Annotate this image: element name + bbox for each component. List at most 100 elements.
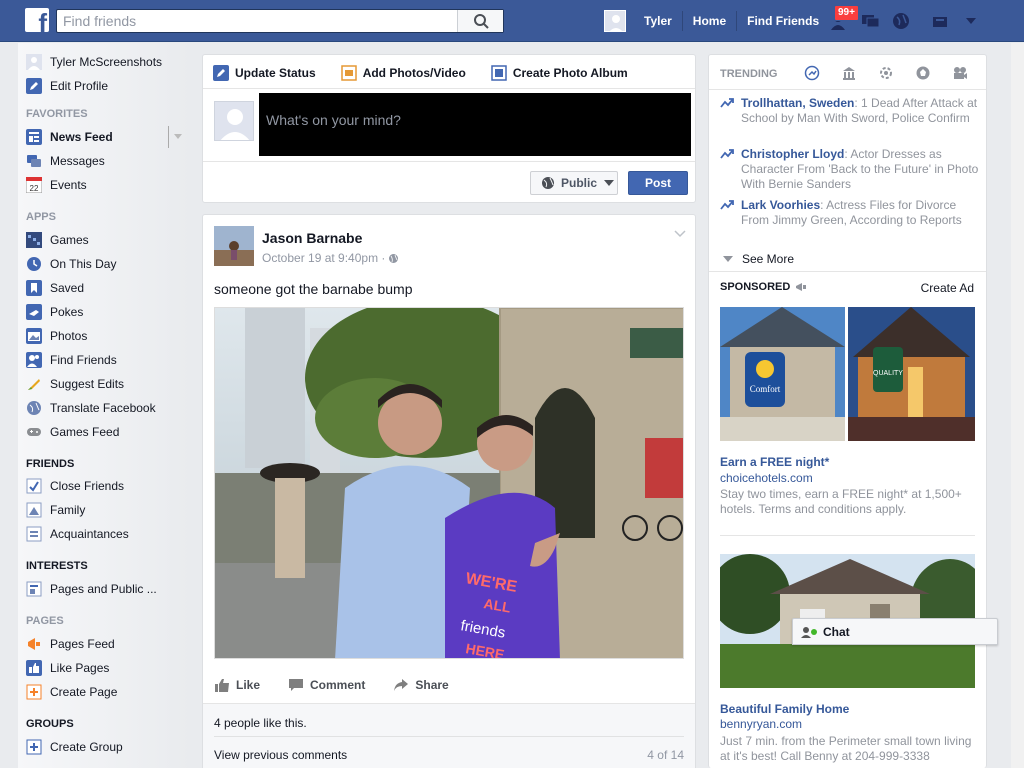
sidebar-item-label: Suggest Edits: [50, 377, 125, 391]
sidebar-item-label: News Feed: [50, 130, 113, 144]
trending-category-tabs: [803, 64, 988, 82]
trending-politics-icon[interactable]: [840, 64, 858, 82]
sidebar-item-on-this-day[interactable]: On This Day: [26, 254, 186, 274]
post-meta: October 19 at 9:40pm ·: [262, 251, 399, 265]
author-name[interactable]: Jason Barnabe: [262, 230, 362, 246]
search-input[interactable]: [63, 12, 453, 30]
search-button[interactable]: [457, 10, 503, 32]
trending-name[interactable]: Lark Voorhies: [741, 198, 820, 212]
sidebar-profile-link[interactable]: Tyler McScreenshots: [26, 52, 186, 72]
trending-item[interactable]: Lark Voorhies: Actress Files for Divorce…: [720, 198, 980, 228]
sidebar-item-photos[interactable]: Photos: [26, 326, 186, 346]
news-feed-icon: [26, 129, 42, 145]
nav-home-link[interactable]: Home: [683, 11, 738, 31]
messages-button[interactable]: [856, 6, 886, 36]
trending-entertainment-icon[interactable]: [951, 64, 969, 82]
sponsored-header: SPONSORED: [720, 281, 807, 293]
sidebar-item-suggest-edits[interactable]: Suggest Edits: [26, 374, 186, 394]
family-list-icon: [26, 502, 42, 518]
sidebar-item-find-friends[interactable]: Find Friends: [26, 350, 186, 370]
trending-name[interactable]: Trollhattan, Sweden: [741, 96, 854, 110]
ad-url[interactable]: bennyryan.com: [720, 717, 802, 731]
sidebar-item-events[interactable]: 22 Events: [26, 175, 186, 195]
friend-requests-button[interactable]: 99+: [826, 5, 859, 36]
ad-url[interactable]: choicehotels.com: [720, 471, 813, 485]
trending-arrow-icon: [720, 98, 734, 108]
post-timestamp[interactable]: October 19 at 9:40pm ·: [262, 251, 385, 265]
sidebar-item-games-feed[interactable]: Games Feed: [26, 422, 186, 442]
tab-add-photos[interactable]: Add Photos/Video: [340, 65, 466, 81]
globe-icon: [389, 253, 399, 263]
notifications-button[interactable]: [886, 6, 916, 36]
sidebar-item-create-page[interactable]: Create Page: [26, 682, 186, 702]
sidebar-edit-profile[interactable]: Edit Profile: [26, 76, 186, 96]
status-input[interactable]: What's on your mind?: [259, 93, 691, 156]
privacy-shortcuts-button[interactable]: [926, 6, 956, 36]
sidebar-item-pages-feed[interactable]: Pages Feed: [26, 634, 186, 654]
ad-description: Stay two times, earn a FREE night* at 1,…: [720, 487, 962, 516]
acquaintances-list-icon: [26, 526, 42, 542]
facebook-logo[interactable]: f: [25, 8, 49, 32]
author-avatar[interactable]: [214, 226, 254, 266]
sidebar-item-games[interactable]: Games: [26, 230, 186, 250]
apps-header: APPS: [26, 211, 56, 223]
post-text: someone got the barnabe bump: [214, 281, 413, 297]
like-button[interactable]: Like: [214, 678, 260, 692]
photos-icon: [26, 328, 42, 344]
tab-label: Update Status: [235, 66, 316, 80]
globe-icon: [542, 177, 554, 189]
sidebar-item-label: Pages Feed: [50, 637, 115, 651]
sidebar-item-close-friends[interactable]: Close Friends: [26, 476, 186, 496]
sidebar-item-like-pages[interactable]: Like Pages: [26, 658, 186, 678]
ad-image-quality-inn[interactable]: QUALITY: [848, 307, 975, 441]
nav-profile-link[interactable]: Tyler: [634, 11, 683, 31]
see-more-button[interactable]: See More: [723, 252, 794, 266]
sidebar-item-acquaintances[interactable]: Acquaintances: [26, 524, 186, 544]
post-button[interactable]: Post: [628, 171, 688, 195]
trending-name[interactable]: Christopher Lloyd: [741, 147, 844, 161]
chevron-down-icon: [966, 18, 976, 24]
ad-title[interactable]: Earn a FREE night*: [720, 455, 829, 469]
trending-item[interactable]: Christopher Lloyd: Actor Dresses as Char…: [720, 147, 980, 192]
trending-item[interactable]: Trollhattan, Sweden: 1 Dead After Attack…: [720, 96, 980, 126]
sidebar-item-label: Family: [50, 503, 86, 517]
svg-text:22: 22: [30, 184, 39, 193]
scrollbar-track[interactable]: [1011, 43, 1024, 768]
ad-image-comfort-inn[interactable]: Comfort: [720, 307, 845, 441]
sidebar-item-pokes[interactable]: Pokes: [26, 302, 186, 322]
sidebar-item-create-group[interactable]: Create Group: [26, 737, 186, 757]
post-photo[interactable]: WE'RE ALL friends HERE: [214, 307, 684, 659]
see-more-label: See More: [742, 252, 795, 266]
sidebar-item-pages-and-public[interactable]: Pages and Public ...: [26, 579, 186, 599]
view-previous-comments[interactable]: View previous comments: [214, 748, 347, 762]
sidebar-item-family[interactable]: Family: [26, 500, 186, 520]
account-menu-button[interactable]: [956, 6, 986, 36]
sidebar-item-translate-facebook[interactable]: Translate Facebook: [26, 398, 186, 418]
sidebar-item-messages[interactable]: Messages: [26, 151, 186, 171]
tab-create-album[interactable]: Create Photo Album: [491, 65, 628, 81]
nav-find-friends-link[interactable]: Find Friends: [737, 11, 829, 31]
megaphone-icon[interactable]: [795, 282, 807, 292]
trending-header: TRENDING: [720, 68, 778, 80]
story-options-icon[interactable]: [673, 229, 687, 239]
svg-text:Comfort: Comfort: [750, 384, 781, 394]
tab-update-status[interactable]: Update Status: [213, 65, 316, 81]
comment-button[interactable]: Comment: [288, 678, 365, 692]
news-feed-options-icon[interactable]: [174, 134, 182, 140]
likes-summary[interactable]: 4 people like this.: [214, 716, 307, 730]
sidebar-item-saved[interactable]: Saved: [26, 278, 186, 298]
create-page-icon: [26, 684, 42, 700]
ad-title[interactable]: Beautiful Family Home: [720, 702, 849, 716]
favorites-header: FAVORITES: [26, 108, 88, 120]
trending-sports-icon[interactable]: [914, 64, 932, 82]
create-ad-link[interactable]: Create Ad: [921, 281, 974, 295]
sidebar-edit-profile-label: Edit Profile: [50, 79, 109, 93]
trending-science-icon[interactable]: [877, 64, 895, 82]
pages-list-icon: [26, 581, 42, 597]
chat-tab[interactable]: Chat: [792, 618, 998, 645]
privacy-selector[interactable]: Public: [530, 171, 618, 195]
sidebar-item-news-feed[interactable]: News Feed: [26, 127, 186, 147]
user-avatar[interactable]: [604, 10, 626, 32]
share-button[interactable]: Share: [393, 678, 449, 692]
trending-top-icon[interactable]: [803, 64, 821, 82]
